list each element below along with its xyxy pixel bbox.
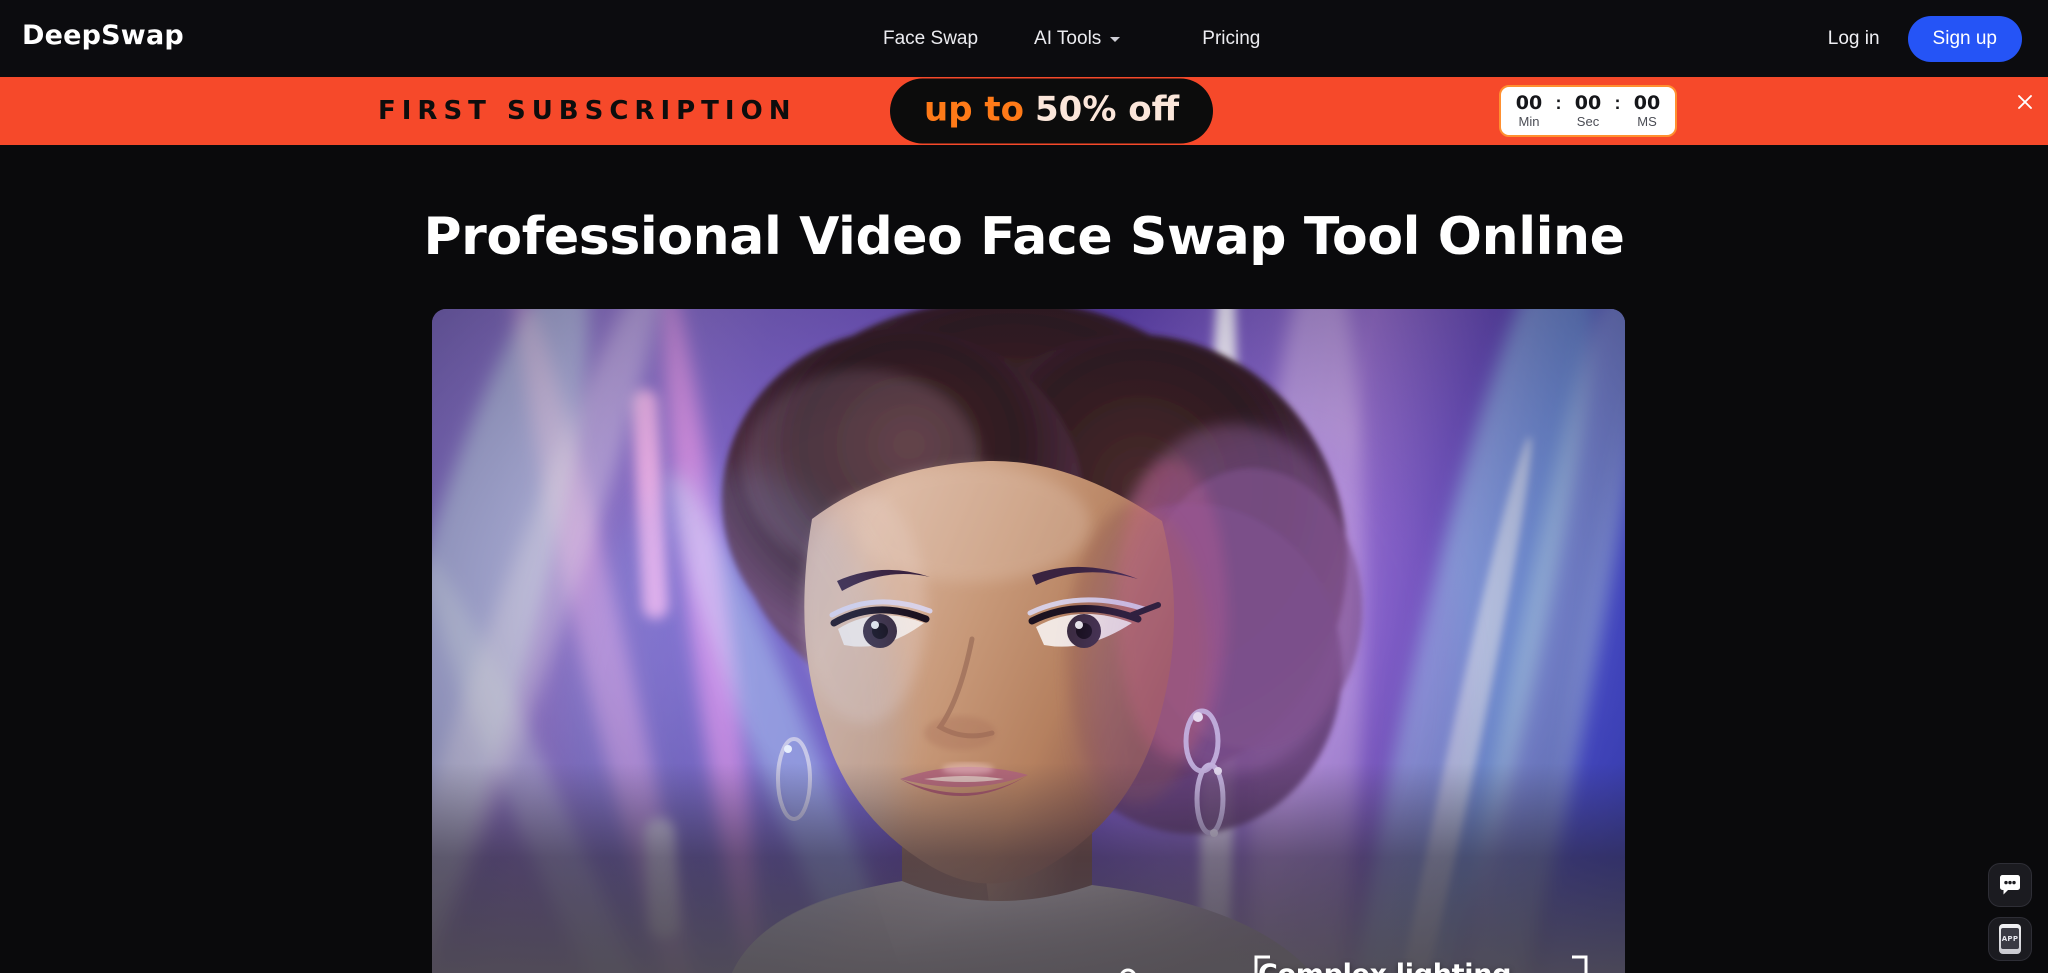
brand-logo[interactable]: DeepSwap <box>22 20 184 51</box>
annotation-label: Complex lighting <box>1258 959 1511 973</box>
timer-ms-label: MS <box>1637 113 1657 129</box>
floating-widgets: APP <box>1988 863 2032 961</box>
annotation-text: Complex lighting <box>1258 959 1511 973</box>
timer-min-value: 00 <box>1515 91 1543 114</box>
signup-button[interactable]: Sign up <box>1907 15 2022 62</box>
timer-separator-2: : <box>1614 92 1621 113</box>
phone-screen: APP <box>2001 928 2019 949</box>
promo-badge-prefix: up to <box>924 89 1024 130</box>
nav-links: Face Swap AI Tools Pricing <box>855 0 1288 77</box>
video-bottom-fade <box>432 763 1625 973</box>
phone-icon: APP <box>1999 924 2021 954</box>
timer-sec-label: Sec <box>1576 113 1600 129</box>
nav-item-face-swap[interactable]: Face Swap <box>855 28 1006 50</box>
timer-segment-min: 00 Min <box>1506 93 1552 130</box>
timer-min-label: Min <box>1518 113 1540 129</box>
nav-item-ai-tools-label: AI Tools <box>1034 27 1102 49</box>
promo-badge-value: 50% off <box>1035 89 1180 130</box>
chevron-down-icon <box>1110 37 1121 42</box>
chat-bubble-icon <box>2000 875 2020 895</box>
phone-app-label: APP <box>2001 934 2019 943</box>
nav-item-ai-tools[interactable]: AI Tools <box>1006 28 1148 50</box>
nav-item-face-swap-label: Face Swap <box>883 27 979 49</box>
hero-video-preview[interactable]: Complex lighting Faceswap now → <box>432 309 1625 973</box>
timer-sec-value: 00 <box>1574 91 1602 114</box>
promo-title: FIRST SUBSCRIPTION <box>378 96 797 126</box>
nav-item-pricing-label: Pricing <box>1202 27 1261 49</box>
promo-banner: FIRST SUBSCRIPTION up to 50% off 00 Min … <box>0 77 2048 145</box>
close-icon[interactable] <box>2012 89 2038 115</box>
timer-separator-1: : <box>1555 92 1562 113</box>
auth-actions: Log in Sign up <box>1828 0 2022 77</box>
countdown-timer: 00 Min : 00 Sec : 00 MS <box>1499 85 1677 137</box>
page-title: Professional Video Face Swap Tool Online <box>423 207 1625 267</box>
timer-segment-ms: 00 MS <box>1624 93 1670 130</box>
nav-item-pricing[interactable]: Pricing <box>1174 28 1288 50</box>
login-link[interactable]: Log in <box>1828 28 1880 50</box>
promo-discount-badge[interactable]: up to 50% off <box>890 78 1214 144</box>
mobile-app-button[interactable]: APP <box>1988 917 2032 961</box>
live-chat-button[interactable] <box>1988 863 2032 907</box>
timer-segment-sec: 00 Sec <box>1565 93 1611 130</box>
top-navigation-bar: DeepSwap Face Swap AI Tools Pricing Log … <box>0 0 2048 77</box>
timer-ms-value: 00 <box>1633 91 1661 114</box>
